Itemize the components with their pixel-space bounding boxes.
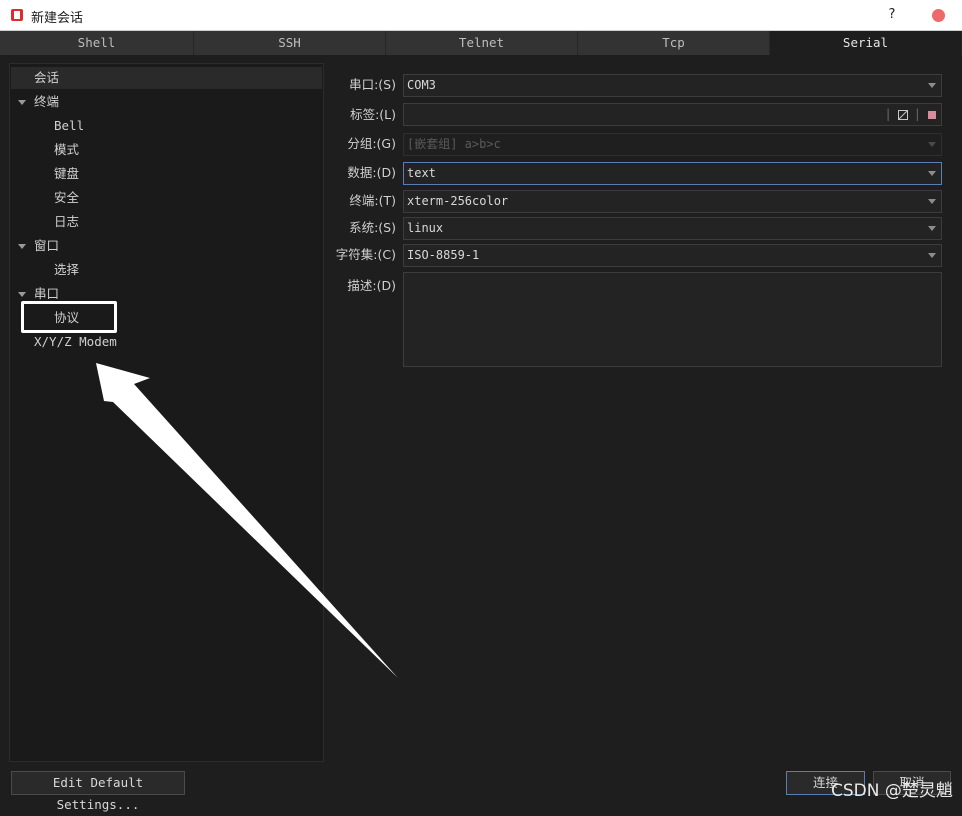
tree-item-xyz-modem[interactable]: X/Y/Z Modem [34,331,117,353]
title-bar: 新建会话 ? [0,0,962,31]
tree-item-label: 会话 [34,70,60,85]
tag-tools: | | [885,104,937,125]
tab-tcp[interactable]: Tcp [578,31,770,55]
help-button[interactable]: ? [883,6,901,24]
tree-item-label: 窗口 [34,238,60,253]
tree-item-security[interactable]: 安全 [54,187,79,209]
chevron-down-icon[interactable] [18,292,26,297]
description-label: 描述:(D) [347,278,396,293]
chevron-down-icon[interactable] [18,244,26,249]
separator-icon: | [913,107,921,121]
watermark: CSDN @楚灵魈 [831,781,953,801]
system-select[interactable]: linux [403,217,942,240]
window-title: 新建会话 [31,11,84,26]
tree-item-label: 串口 [34,286,60,301]
terminal-value: xterm-256color [407,194,509,208]
close-button[interactable] [932,9,945,22]
color-swatch-icon[interactable] [927,110,937,120]
port-value: COM3 [407,78,436,92]
settings-tree: 会话 终端 Bell 模式 键盘 安全 日志 窗口 选择 串口 协议 X/Y/Z… [9,63,324,762]
tree-item-label: 终端 [34,94,60,109]
tab-shell[interactable]: Shell [0,31,194,55]
charset-select[interactable]: ISO-8859-1 [403,244,942,267]
group-placeholder: [嵌套组] a>b>c [407,137,501,151]
chevron-down-icon[interactable] [928,171,936,176]
tree-item-session[interactable]: 会话 [11,67,322,89]
edit-default-settings-button[interactable]: Edit Default Settings... [11,771,185,812]
tab-telnet[interactable]: Telnet [386,31,578,55]
clear-color-icon[interactable] [897,109,908,120]
charset-value: ISO-8859-1 [407,248,480,262]
chevron-down-icon[interactable] [18,100,26,105]
terminal-label: 终端:(T) [349,193,396,208]
chevron-down-icon[interactable] [928,83,936,88]
tree-item-keyboard[interactable]: 键盘 [54,163,79,185]
tag-label: 标签:(L) [350,107,396,122]
system-label: 系统:(S) [349,220,396,235]
group-select: [嵌套组] a>b>c [403,133,942,156]
chevron-down-icon[interactable] [928,199,936,204]
protocol-tabs: Shell SSH Telnet Tcp Serial [0,31,962,55]
tree-item-log[interactable]: 日志 [54,211,79,233]
annotation-highlight-box [21,301,117,333]
tree-item-bell[interactable]: Bell [54,115,84,137]
app-icon [11,9,23,21]
data-label: 数据:(D) [347,165,396,180]
tab-serial[interactable]: Serial [770,31,962,55]
group-label: 分组:(G) [347,136,396,151]
port-label: 串口:(S) [349,77,396,92]
tree-item-selection[interactable]: 选择 [54,259,79,281]
chevron-down-icon[interactable] [928,253,936,258]
data-select[interactable]: text [403,162,942,185]
charset-label: 字符集:(C) [335,247,396,262]
tree-item-mode[interactable]: 模式 [54,139,79,161]
tree-item-terminal[interactable]: 终端 [14,91,334,113]
description-textarea[interactable] [403,272,942,367]
chevron-down-icon[interactable] [928,226,936,231]
system-value: linux [407,221,444,235]
tag-input[interactable]: | | [403,103,942,126]
data-value: text [407,166,436,180]
separator-icon: | [884,107,892,121]
chevron-down-icon [928,142,936,147]
port-select[interactable]: COM3 [403,74,942,97]
tree-item-window[interactable]: 窗口 [14,235,334,257]
tab-ssh[interactable]: SSH [194,31,386,55]
terminal-select[interactable]: xterm-256color [403,190,942,213]
